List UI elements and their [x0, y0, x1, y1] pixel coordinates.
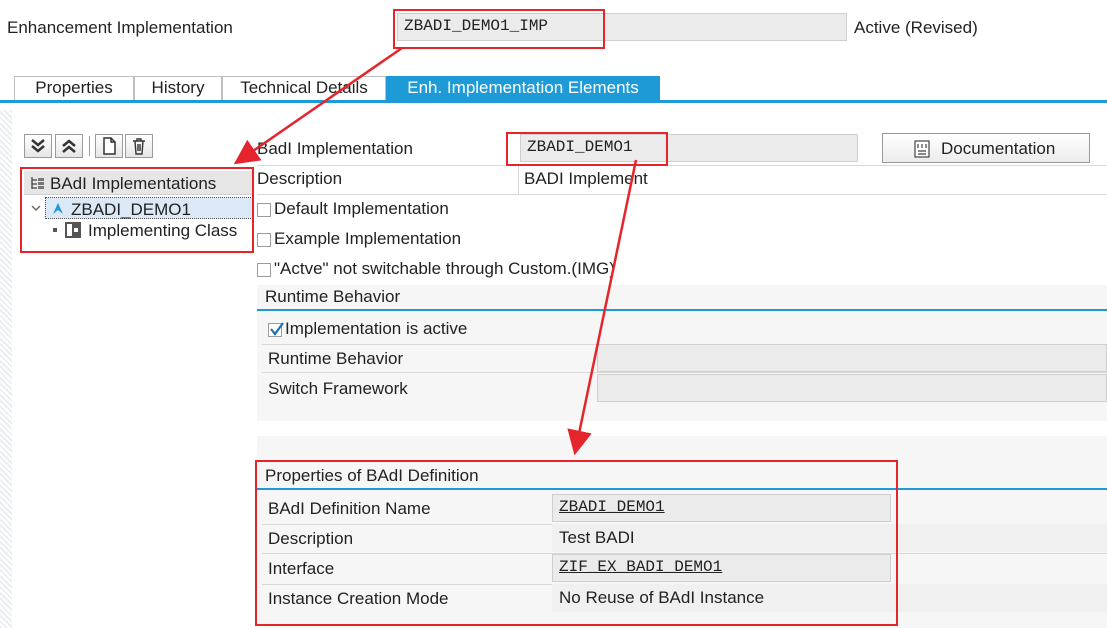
delete-button[interactable] — [125, 134, 153, 158]
collapse-all-button[interactable] — [55, 134, 83, 158]
implementation-active-checkbox[interactable] — [268, 321, 284, 337]
implementation-active-row: Implementation is active — [268, 319, 467, 339]
default-implementation-checkbox[interactable] — [257, 202, 271, 217]
example-implementation-checkbox[interactable] — [257, 232, 271, 247]
enhancement-implementation-label: Enhancement Implementation — [7, 18, 233, 37]
not-switchable-label: "Actve" not switchable through Custom.(I… — [274, 259, 615, 278]
double-chevron-up-icon — [62, 139, 76, 153]
example-implementation-label: Example Implementation — [274, 229, 462, 248]
double-chevron-down-icon — [31, 139, 45, 153]
runtime-section-title: Runtime Behavior — [257, 285, 1107, 311]
default-implementation-label: Default Implementation — [274, 199, 449, 218]
documentation-label: Documentation — [941, 139, 1056, 158]
new-button[interactable] — [95, 134, 123, 158]
toolbar-separator — [89, 136, 90, 156]
annotation-box-enhancement — [393, 9, 605, 49]
default-implementation-row: Default Implementation — [257, 199, 449, 219]
documentation-icon — [914, 140, 930, 163]
tab-enh-implementation-elements[interactable]: Enh. Implementation Elements — [386, 76, 660, 100]
description-label: Description — [257, 169, 343, 188]
not-switchable-row: "Actve" not switchable through Custom.(I… — [257, 259, 615, 279]
status-text: Active (Revised) — [854, 18, 978, 37]
divider — [518, 166, 519, 194]
annotation-box-definition — [255, 460, 898, 626]
annotation-box-tree — [20, 167, 254, 253]
expand-all-button[interactable] — [24, 134, 52, 158]
divider — [257, 165, 1107, 166]
dotted-strip — [0, 110, 12, 628]
runtime-behavior-label: Runtime Behavior — [268, 349, 404, 368]
implementation-active-label: Implementation is active — [285, 319, 468, 338]
tab-underline — [0, 100, 1107, 103]
runtime-behavior-field[interactable] — [597, 344, 1107, 372]
trash-icon — [133, 138, 145, 155]
annotation-box-badi-impl — [506, 132, 668, 166]
tab-history[interactable]: History — [134, 76, 222, 100]
documentation-button[interactable]: Documentation — [882, 133, 1090, 163]
divider — [257, 194, 1107, 195]
switch-framework-label: Switch Framework — [268, 379, 408, 398]
divider — [262, 372, 1107, 373]
description-value: BADI Implement — [524, 169, 648, 188]
checkmark-icon — [270, 321, 284, 336]
tab-properties[interactable]: Properties — [14, 76, 134, 100]
not-switchable-checkbox[interactable] — [257, 262, 271, 277]
new-document-icon — [103, 137, 116, 155]
switch-framework-field[interactable] — [597, 374, 1107, 402]
badi-implementation-label: BadI Implementation — [257, 139, 413, 158]
example-implementation-row: Example Implementation — [257, 229, 461, 249]
tab-technical-details[interactable]: Technical Details — [222, 76, 386, 100]
